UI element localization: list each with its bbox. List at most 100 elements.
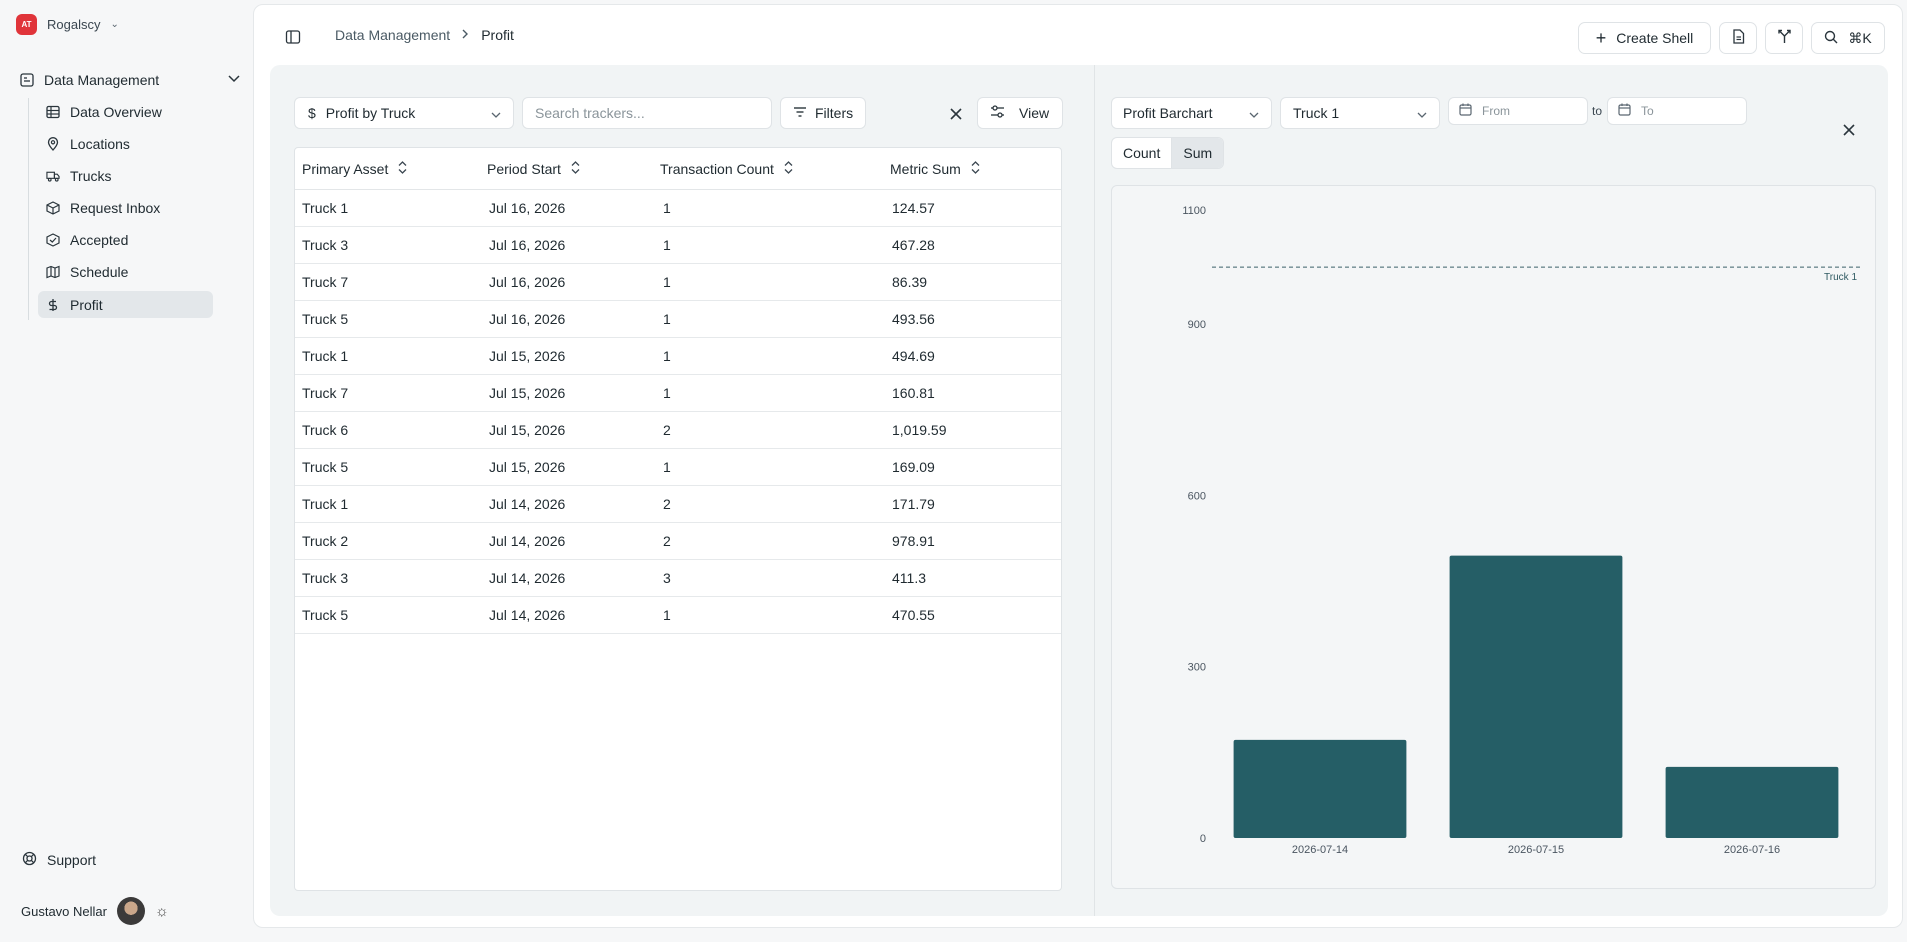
table-row[interactable]: Truck 6 Jul 15, 2026 2 1,019.59 bbox=[295, 412, 1061, 449]
chart-type-select[interactable]: Profit Barchart bbox=[1111, 97, 1272, 129]
sidebar-item-schedule[interactable]: Schedule bbox=[38, 258, 213, 285]
sidebar-item-profit[interactable]: Profit bbox=[38, 291, 213, 318]
table-cell: 1 bbox=[663, 311, 671, 327]
user-name: Gustavo Nellar bbox=[21, 903, 107, 919]
column-header-transaction-count[interactable]: Transaction Count bbox=[660, 161, 890, 177]
table-cell: Jul 14, 2026 bbox=[489, 607, 566, 623]
top-bar: Data Management Profit + Create Shell ⌘K bbox=[254, 5, 1902, 73]
table-cell: Jul 16, 2026 bbox=[489, 274, 566, 290]
sliders-icon bbox=[990, 105, 1005, 121]
nav-group-data-management[interactable]: Data Management bbox=[20, 68, 240, 92]
date-range-separator: to bbox=[1592, 104, 1603, 118]
command-search-button[interactable]: ⌘K bbox=[1811, 22, 1885, 54]
column-header-label: Primary Asset bbox=[302, 160, 389, 177]
column-header-period-start[interactable]: Period Start bbox=[487, 161, 660, 177]
table-cell: 1 bbox=[663, 274, 671, 290]
org-switcher[interactable]: AT Rogalscy ⌄ bbox=[16, 14, 119, 35]
column-header-metric-sum[interactable]: Metric Sum bbox=[890, 161, 1060, 177]
table-cell: Jul 16, 2026 bbox=[489, 237, 566, 253]
count-toggle[interactable]: Count bbox=[1112, 138, 1171, 168]
breadcrumb-parent[interactable]: Data Management bbox=[335, 27, 450, 43]
table-cell: Truck 5 bbox=[302, 311, 349, 327]
avatar[interactable] bbox=[116, 897, 145, 925]
git-merge-icon bbox=[1777, 29, 1792, 47]
tracker-select[interactable]: $ Profit by Truck bbox=[294, 97, 514, 129]
table-cell: 1 bbox=[663, 607, 671, 623]
table-body: Truck 1 Jul 16, 2026 1 124.57 Truck 3 Jul 16,… bbox=[295, 190, 1061, 634]
sum-toggle[interactable]: Sum bbox=[1171, 138, 1224, 168]
from-date-input[interactable]: From bbox=[1448, 97, 1588, 125]
column-header-primary-asset[interactable]: Primary Asset bbox=[295, 161, 487, 177]
sidebar-item-data-overview[interactable]: Data Overview bbox=[38, 98, 213, 125]
table-row[interactable]: Truck 1 Jul 14, 2026 2 171.79 bbox=[295, 486, 1061, 523]
branch-button[interactable] bbox=[1765, 22, 1803, 54]
chevron-down-icon bbox=[1249, 105, 1259, 121]
calendar-icon bbox=[1618, 103, 1631, 119]
org-name: Rogalscy bbox=[47, 17, 101, 32]
sidebar-item-request-inbox[interactable]: Request Inbox bbox=[38, 194, 213, 221]
sidebar-item-accepted[interactable]: Accepted bbox=[38, 226, 213, 253]
chevron-down-icon bbox=[228, 74, 240, 86]
table-row[interactable]: Truck 5 Jul 15, 2026 1 169.09 bbox=[295, 449, 1061, 486]
table-row[interactable]: Truck 7 Jul 15, 2026 1 160.81 bbox=[295, 375, 1061, 412]
close-icon[interactable] bbox=[950, 107, 962, 123]
chevron-down-icon bbox=[491, 105, 501, 121]
nav-tree-line bbox=[28, 98, 29, 320]
bar bbox=[1233, 739, 1407, 838]
support-link[interactable]: Support bbox=[22, 851, 96, 869]
table-cell: 1,019.59 bbox=[892, 422, 947, 438]
filters-label: Filters bbox=[815, 105, 854, 121]
map-pin-icon bbox=[46, 136, 60, 151]
package-icon bbox=[46, 200, 60, 215]
table-row[interactable]: Truck 3 Jul 14, 2026 3 411.3 bbox=[295, 560, 1061, 597]
content-area: $ Profit by Truck Search trackers... Fil… bbox=[270, 65, 1888, 916]
table-cell: Truck 1 bbox=[302, 200, 349, 216]
file-icon bbox=[1732, 29, 1745, 47]
table-cell: 494.69 bbox=[892, 348, 935, 364]
table-row[interactable]: Truck 1 Jul 16, 2026 1 124.57 bbox=[295, 190, 1061, 227]
breadcrumb: Data Management Profit bbox=[335, 27, 514, 43]
table-row[interactable]: Truck 2 Jul 14, 2026 2 978.91 bbox=[295, 523, 1061, 560]
sidebar-item-trucks[interactable]: Trucks bbox=[38, 162, 213, 189]
table-cell: Jul 14, 2026 bbox=[489, 570, 566, 586]
y-tick-label: 0 bbox=[1200, 833, 1206, 845]
sort-icon bbox=[971, 160, 980, 177]
table-row[interactable]: Truck 1 Jul 15, 2026 1 494.69 bbox=[295, 338, 1061, 375]
y-tick-label: 600 bbox=[1188, 490, 1206, 502]
table-cell: Truck 3 bbox=[302, 570, 349, 586]
table-row[interactable]: Truck 5 Jul 16, 2026 1 493.56 bbox=[295, 301, 1061, 338]
table-cell: Jul 16, 2026 bbox=[489, 311, 566, 327]
truck-select[interactable]: Truck 1 bbox=[1280, 97, 1440, 129]
panel-divider[interactable] bbox=[1094, 65, 1095, 916]
search-input[interactable]: Search trackers... bbox=[522, 97, 772, 129]
search-icon bbox=[1824, 30, 1838, 47]
tracker-select-value: Profit by Truck bbox=[325, 105, 416, 121]
create-shell-button[interactable]: + Create Shell bbox=[1578, 22, 1711, 54]
table-row[interactable]: Truck 3 Jul 16, 2026 1 467.28 bbox=[295, 227, 1061, 264]
to-date-input[interactable]: To bbox=[1607, 97, 1747, 125]
user-menu[interactable]: Gustavo Nellar ☼ bbox=[21, 897, 169, 925]
table-row[interactable]: Truck 7 Jul 16, 2026 1 86.39 bbox=[295, 264, 1061, 301]
sort-icon bbox=[784, 160, 793, 177]
chart-container: 0 300 600 900 1100 Truck 1 2026-07-14 2026-07-1… bbox=[1111, 185, 1876, 889]
table-cell: Jul 15, 2026 bbox=[489, 459, 566, 475]
y-tick-label: 300 bbox=[1188, 662, 1206, 674]
filters-button[interactable]: Filters bbox=[780, 97, 866, 129]
table-cell: 1 bbox=[663, 459, 671, 475]
view-button[interactable]: View bbox=[977, 97, 1063, 129]
table-cell: 2 bbox=[663, 422, 671, 438]
bar bbox=[1665, 766, 1839, 838]
sun-icon[interactable]: ☼ bbox=[155, 903, 169, 920]
table-row[interactable]: Truck 5 Jul 14, 2026 1 470.55 bbox=[295, 597, 1061, 634]
sidebar-item-locations[interactable]: Locations bbox=[38, 130, 213, 157]
dollar-icon: $ bbox=[308, 105, 316, 121]
table-cell: Truck 6 bbox=[302, 422, 349, 438]
y-tick-label: 1100 bbox=[1182, 205, 1206, 217]
dollar-icon bbox=[46, 298, 60, 312]
x-tick-label: 2026-07-16 bbox=[1724, 844, 1780, 856]
sidebar-toggle-icon[interactable] bbox=[285, 29, 301, 45]
document-button[interactable] bbox=[1719, 22, 1757, 54]
table-cell: Truck 7 bbox=[302, 274, 349, 290]
plus-icon: + bbox=[1595, 27, 1607, 48]
close-panel-icon[interactable] bbox=[1843, 123, 1855, 139]
